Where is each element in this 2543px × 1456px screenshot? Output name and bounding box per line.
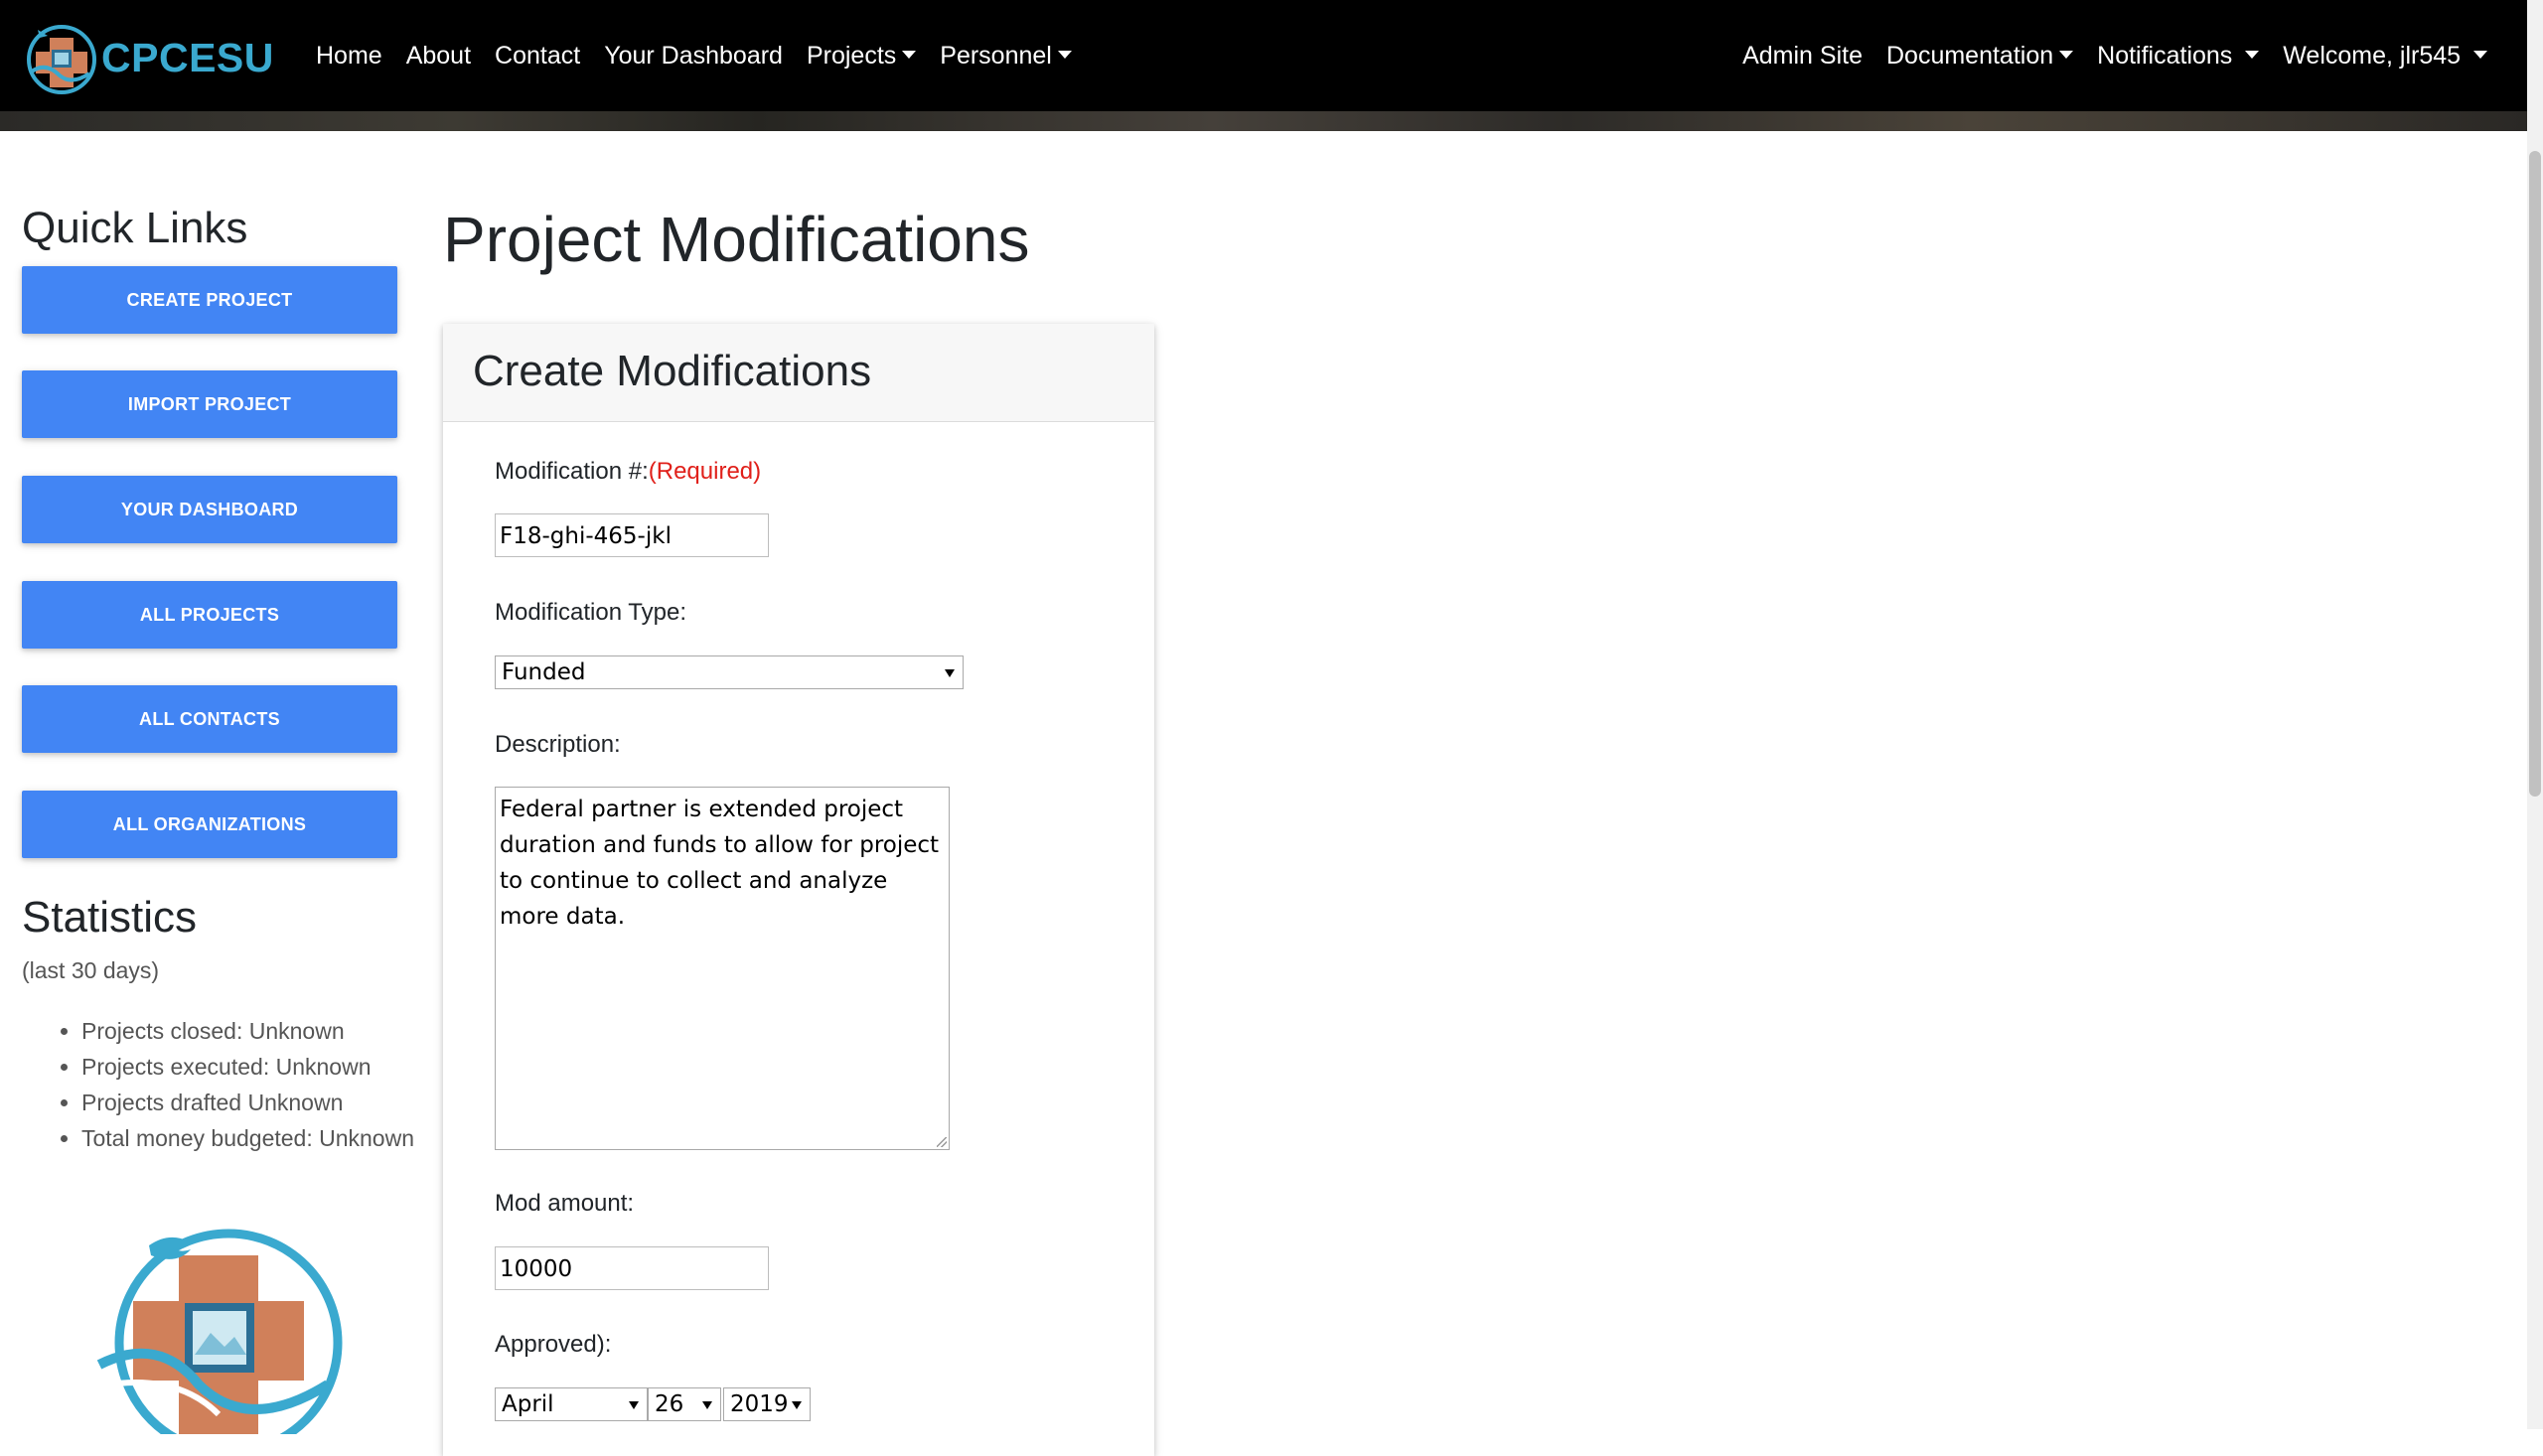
top-navbar: CPCESU Home About Contact Your Dashboard… <box>0 0 2527 131</box>
nav-dashboard-link[interactable]: Your Dashboard <box>592 28 795 83</box>
all-projects-button[interactable]: All Projects <box>22 581 397 649</box>
modification-type-select[interactable]: Funded <box>495 655 964 689</box>
dropdown-arrow-icon <box>792 1401 802 1409</box>
caret-down-icon <box>2059 51 2074 60</box>
modification-type-label: Modification Type: <box>495 599 686 626</box>
all-organizations-button[interactable]: All Organizations <box>22 791 397 858</box>
nav-documentation-dropdown[interactable]: Documentation <box>1874 28 2085 83</box>
import-project-button[interactable]: Import Project <box>22 370 397 438</box>
approved-month-value: April <box>502 1391 554 1417</box>
sidebar: Quick Links Create Project Import Projec… <box>22 199 414 1434</box>
scrollbar-thumb[interactable] <box>2529 151 2541 797</box>
brand-name: CPCESU <box>101 34 274 80</box>
card-header: Create Modifications <box>443 324 1154 422</box>
stat-item: Projects closed: Unknown <box>81 1013 459 1049</box>
nav-documentation-label: Documentation <box>1885 42 2054 70</box>
required-indicator: (Required) <box>648 458 762 485</box>
approved-day-select[interactable]: 26 <box>648 1387 721 1421</box>
resize-grip-icon[interactable] <box>937 1137 947 1147</box>
page-title: Project Modifications <box>443 204 1030 275</box>
stat-item: Total money budgeted: Unknown <box>81 1120 459 1156</box>
statistics-period: (last 30 days) <box>22 957 160 983</box>
approved-year-select[interactable]: 2019 <box>723 1387 811 1421</box>
nav-about-link[interactable]: About <box>394 28 483 83</box>
caret-down-icon <box>2245 51 2260 60</box>
card-title: Create Modifications <box>473 347 872 395</box>
description-textarea[interactable]: Federal partner is extended project dura… <box>495 787 950 1150</box>
stat-item: Projects executed: Unknown <box>81 1049 459 1085</box>
nav-user-dropdown[interactable]: Welcome, jlr545 <box>2271 28 2499 83</box>
approved-month-select[interactable]: April <box>495 1387 648 1421</box>
page-scrollbar[interactable] <box>2527 0 2543 1429</box>
modification-number-label: Modification #:(Required) <box>495 458 761 486</box>
mod-amount-label: Mod amount: <box>495 1190 635 1217</box>
quick-links-heading: Quick Links <box>22 204 248 252</box>
all-contacts-button[interactable]: All Contacts <box>22 685 397 753</box>
approved-day-value: 26 <box>655 1391 684 1417</box>
description-text: Federal partner is extended project dura… <box>500 797 940 930</box>
modification-number-label-text: Modification #: <box>495 458 649 485</box>
dropdown-arrow-icon <box>702 1401 712 1409</box>
caret-down-icon <box>2473 51 2487 60</box>
statistics-heading: Statistics <box>22 893 198 942</box>
navbar-banner-strip <box>0 111 2527 131</box>
nav-personnel-label: Personnel <box>940 42 1052 70</box>
mod-amount-input[interactable]: 10000 <box>495 1246 769 1290</box>
cpcesu-logo-icon <box>27 25 96 94</box>
approved-year-value: 2019 <box>730 1391 789 1417</box>
your-dashboard-button[interactable]: Your Dashboard <box>22 476 397 543</box>
create-modifications-card: Create Modifications Modification #:(Req… <box>443 324 1154 1456</box>
description-label: Description: <box>495 731 621 758</box>
caret-down-icon <box>902 51 917 60</box>
nav-contact-link[interactable]: Contact <box>483 28 592 83</box>
nav-personnel-dropdown[interactable]: Personnel <box>928 28 1084 83</box>
nav-notifications-dropdown[interactable]: Notifications <box>2085 28 2271 83</box>
brand[interactable]: CPCESU <box>24 20 274 95</box>
approved-label: Approved): <box>495 1331 612 1358</box>
create-project-button[interactable]: Create Project <box>22 266 397 334</box>
caret-down-icon <box>1057 51 1072 60</box>
nav-projects-label: Projects <box>806 42 897 70</box>
statistics-list: Projects closed: Unknown Projects execut… <box>22 1013 459 1156</box>
dropdown-arrow-icon <box>629 1401 639 1409</box>
cpcesu-emblem-icon <box>96 1229 343 1434</box>
modification-number-input[interactable]: F18-ghi-465-jkl <box>495 513 769 557</box>
modification-type-value: Funded <box>502 659 586 685</box>
stat-item: Projects drafted Unknown <box>81 1085 459 1120</box>
nav-admin-site-link[interactable]: Admin Site <box>1730 28 1874 83</box>
nav-user-label: Welcome, jlr545 <box>2283 42 2462 70</box>
dropdown-arrow-icon <box>945 669 955 677</box>
nav-projects-dropdown[interactable]: Projects <box>795 28 928 83</box>
nav-home-link[interactable]: Home <box>304 28 394 83</box>
nav-secondary: Admin Site Documentation Notifications W… <box>1730 28 2499 83</box>
nav-primary: Home About Contact Your Dashboard Projec… <box>304 28 1084 83</box>
nav-notifications-label: Notifications <box>2097 42 2233 70</box>
